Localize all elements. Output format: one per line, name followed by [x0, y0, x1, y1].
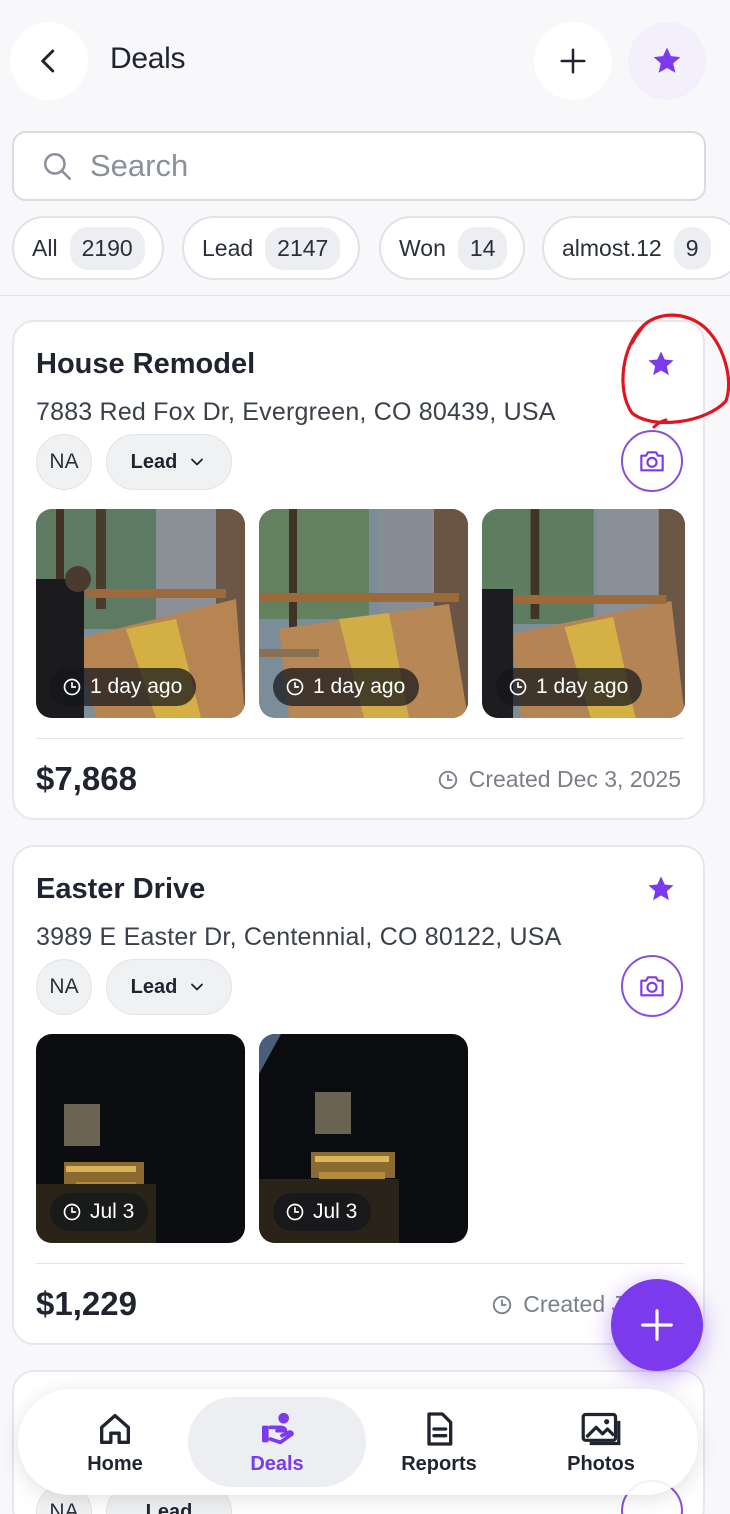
deal-created-label: Created J — [523, 1291, 623, 1317]
photos-icon — [581, 1412, 621, 1445]
deal-photo[interactable]: 1 day ago — [36, 509, 245, 718]
document-icon — [427, 1411, 453, 1446]
photo-timestamp: Jul 3 — [273, 1193, 372, 1231]
nav-photos[interactable]: Photos — [546, 1397, 656, 1487]
filter-chip-count: 14 — [457, 226, 508, 270]
photo-time-label: 1 day ago — [90, 675, 183, 698]
nav-label: Home — [87, 1452, 143, 1475]
deal-photo[interactable]: 1 day ago — [259, 509, 468, 718]
filter-divider — [0, 295, 730, 296]
camera-icon — [640, 451, 664, 472]
annotation-circle — [621, 313, 730, 429]
stage-dropdown[interactable]: Lead — [106, 959, 232, 1015]
filter-chip-label: Lead — [202, 234, 254, 261]
nav-label: Reports — [401, 1452, 477, 1475]
photo-time-label: Jul 3 — [90, 1200, 135, 1223]
back-button[interactable] — [10, 22, 88, 100]
filter-chip-almost[interactable]: almost.12 9 — [542, 216, 730, 280]
deal-photo[interactable]: Jul 3 — [36, 1034, 245, 1243]
nav-label: Deals — [250, 1452, 304, 1475]
add-deal-button[interactable] — [534, 22, 612, 100]
filter-chip-count: 2190 — [69, 226, 145, 270]
photo-time-label: 1 day ago — [536, 675, 629, 698]
deal-title: Easter Drive — [36, 873, 206, 905]
clock-icon — [509, 678, 527, 696]
deal-price: $1,229 — [36, 1285, 137, 1322]
photo-time-label: 1 day ago — [313, 675, 406, 698]
search-icon — [43, 152, 72, 181]
nav-reports[interactable]: Reports — [384, 1397, 494, 1487]
photo-timestamp: 1 day ago — [50, 668, 197, 706]
photo-timestamp: Jul 3 — [50, 1193, 149, 1231]
page-title: Deals — [110, 42, 186, 75]
deal-photo[interactable]: Jul 3 — [259, 1034, 468, 1243]
home-icon — [100, 1413, 130, 1444]
card-divider — [36, 1263, 684, 1264]
chevron-down-icon — [191, 983, 204, 991]
deal-created: Created Dec 3, 2025 — [437, 766, 681, 793]
card-divider — [36, 738, 684, 739]
favorites-filter-button[interactable] — [628, 22, 706, 100]
deal-created-label: Created Dec 3, 2025 — [468, 766, 681, 792]
deal-created: Created J — [491, 1291, 623, 1318]
deal-address: 7883 Red Fox Dr, Evergreen, CO 80439, US… — [36, 398, 556, 426]
deal-photo[interactable]: 1 day ago — [482, 509, 685, 718]
create-deal-fab[interactable] — [611, 1279, 703, 1371]
filter-chip-lead[interactable]: Lead 2147 — [182, 216, 360, 280]
chevron-down-icon — [191, 458, 204, 466]
stage-dropdown[interactable]: Lead — [106, 434, 232, 490]
star-icon — [653, 47, 681, 73]
filter-chip-label: Won — [399, 234, 446, 261]
filter-chip-all[interactable]: All 2190 — [12, 216, 164, 280]
nav-home[interactable]: Home — [58, 1397, 172, 1487]
clock-icon — [63, 1203, 81, 1221]
stage-label: Lead — [130, 975, 178, 998]
clock-icon — [286, 1203, 304, 1221]
chevron-left-icon — [41, 49, 55, 73]
nav-deals[interactable]: Deals — [188, 1397, 366, 1487]
stage-label: Lead — [130, 450, 178, 473]
clock-icon — [493, 1295, 512, 1314]
assignee-avatar[interactable]: NA — [36, 959, 92, 1015]
clock-icon — [63, 678, 81, 696]
add-photo-button[interactable] — [621, 955, 683, 1017]
clock-icon — [438, 770, 457, 789]
clock-icon — [286, 678, 304, 696]
add-photo-button[interactable] — [621, 430, 683, 492]
filter-chip-count: 2147 — [265, 226, 341, 270]
plus-icon — [641, 1309, 673, 1341]
deal-title: House Remodel — [36, 348, 256, 380]
search-input[interactable]: Search — [12, 131, 706, 201]
photo-time-label: Jul 3 — [313, 1200, 358, 1223]
filter-chip-won[interactable]: Won 14 — [379, 216, 525, 280]
filter-chip-label: All — [32, 234, 58, 261]
nav-label: Photos — [567, 1452, 635, 1475]
bottom-nav: Home Deals Reports Photos — [18, 1389, 698, 1495]
stage-label: Lead — [145, 1500, 193, 1514]
deal-address: 3989 E Easter Dr, Centennial, CO 80122, … — [36, 923, 562, 951]
photo-timestamp: 1 day ago — [273, 668, 420, 706]
filter-chip-count: 9 — [673, 226, 711, 270]
deal-price: $7,868 — [36, 760, 137, 797]
search-placeholder: Search — [90, 148, 189, 183]
deal-card[interactable]: House Remodel 7883 Red Fox Dr, Evergreen… — [12, 320, 705, 820]
plus-icon — [560, 48, 586, 74]
camera-icon — [640, 976, 664, 997]
deal-card[interactable]: Easter Drive 3989 E Easter Dr, Centennia… — [12, 845, 705, 1345]
filter-chip-label: almost.12 — [562, 234, 662, 261]
photo-timestamp: 1 day ago — [496, 668, 643, 706]
favorite-star-icon[interactable] — [645, 873, 677, 905]
deals-icon — [262, 1412, 294, 1444]
assignee-avatar[interactable]: NA — [36, 434, 92, 490]
